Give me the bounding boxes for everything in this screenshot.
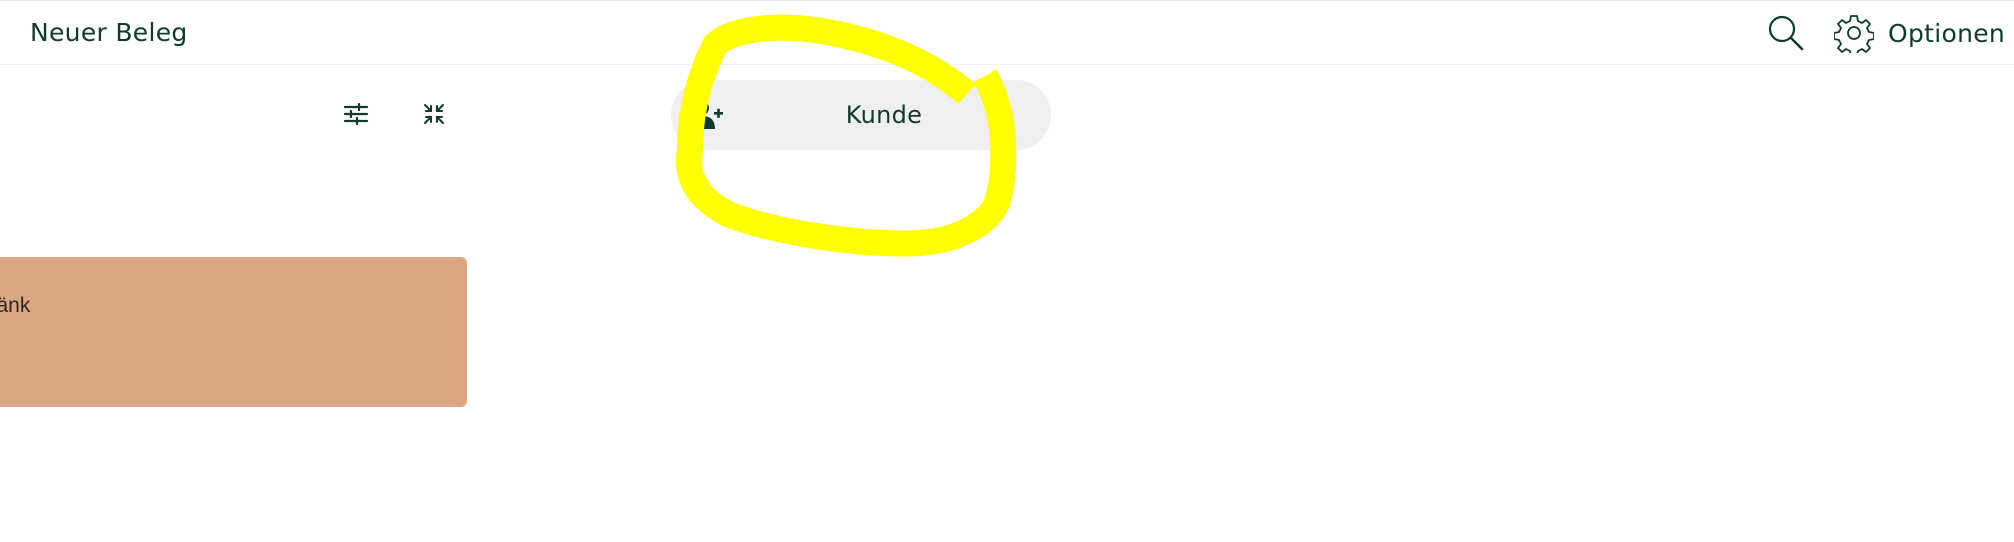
customer-label: Kunde (845, 101, 923, 129)
collapse-button[interactable] (416, 98, 452, 130)
options-button[interactable]: Optionen (1834, 13, 2005, 53)
top-bar: Neuer Beleg Optionen (0, 1, 2014, 65)
receipt-screen: Neuer Beleg Optionen Kunde änk (0, 0, 2014, 542)
search-button[interactable] (1766, 13, 1806, 53)
sliders-icon (343, 103, 369, 125)
collapse-arrows-icon (424, 104, 444, 124)
product-tile-label: etränk (0, 294, 31, 317)
filter-button[interactable] (338, 98, 374, 130)
search-icon (1768, 15, 1804, 51)
customer-button[interactable]: Kunde (671, 80, 1051, 150)
gear-icon (1834, 15, 1874, 53)
options-label: Optionen (1888, 18, 2006, 48)
page-title: Neuer Beleg (30, 18, 188, 47)
product-tile[interactable]: etränk (0, 257, 467, 407)
